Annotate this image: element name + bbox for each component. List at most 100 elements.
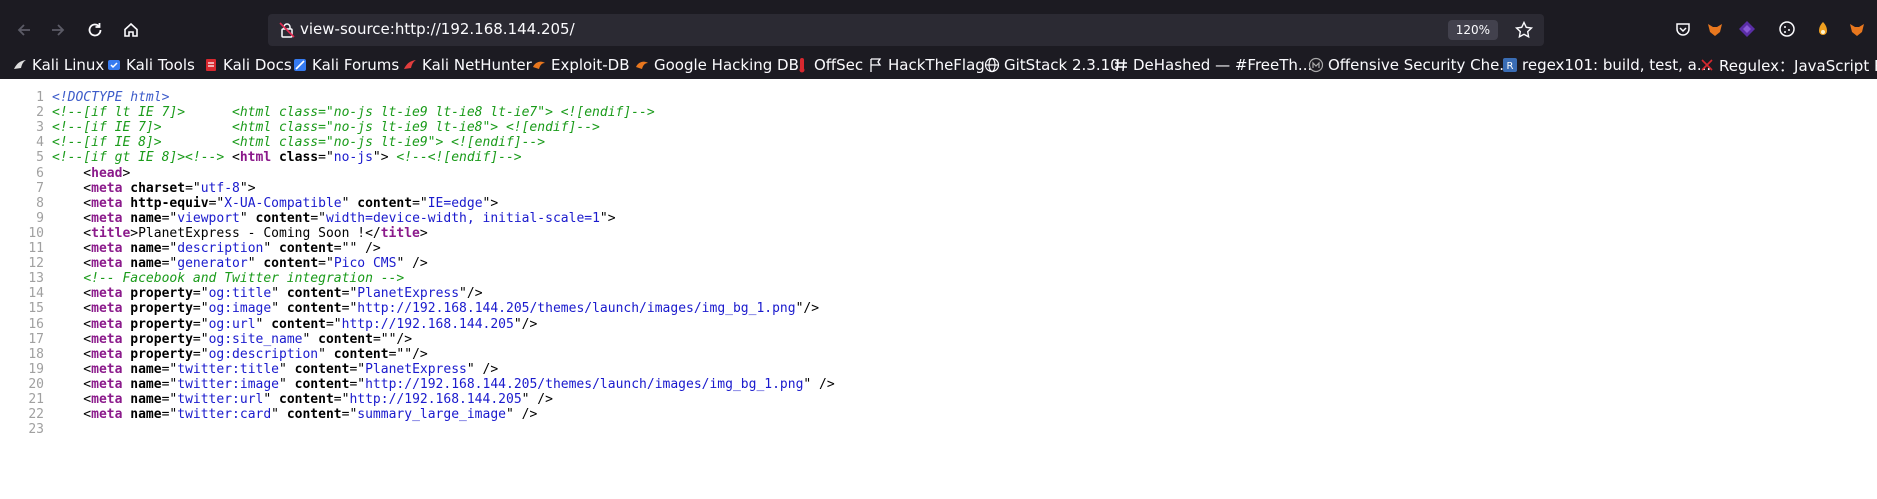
bookmark-hacktheflag[interactable]: HackTheFlag — [868, 51, 985, 79]
source-token: Pico CMS — [333, 256, 397, 272]
url-text[interactable]: view-source:http://192.168.144.205/ — [300, 20, 575, 38]
back-button[interactable] — [10, 16, 38, 44]
source-token: meta — [91, 210, 123, 226]
bookmark-label: HackTheFlag — [888, 56, 985, 74]
source-token: < — [52, 361, 92, 377]
bookmark-google-hacking-db[interactable]: Google Hacking DB — [634, 51, 799, 79]
source-code: <meta charset="utf-8"> — [52, 180, 256, 196]
source-token: ="" /> — [333, 241, 381, 256]
source-token[interactable]: http://192.168.144.205/themes/launch/ima… — [357, 301, 795, 316]
source-token: =" — [161, 361, 178, 377]
source-token: " — [279, 376, 295, 392]
source-token: meta — [91, 256, 123, 272]
source-token: < — [52, 286, 92, 302]
source-token[interactable]: http://192.168.144.205 — [349, 392, 521, 407]
source-token[interactable]: http://192.168.144.205/themes/launch/ima… — [365, 377, 803, 392]
source-token: meta — [91, 286, 123, 302]
cookie-extension-button[interactable] — [1776, 18, 1798, 40]
bookmark-label: GitStack 2.3.10 — [1004, 56, 1120, 74]
source-token: " /> — [803, 376, 835, 392]
foxyproxy-button[interactable] — [1704, 18, 1726, 40]
bookmark-label: Exploit-DB — [551, 56, 630, 74]
source-token: meta — [91, 301, 123, 317]
bookmark-dehashed[interactable]: DeHashed — #FreeTh... — [1113, 51, 1312, 79]
source-token: " — [318, 346, 334, 362]
home-button[interactable] — [117, 16, 145, 44]
source-token: content — [286, 301, 342, 317]
source-token: meta — [91, 361, 123, 377]
bookmark-offensive-security-cheatsheet[interactable]: Offensive Security Che... — [1308, 51, 1514, 79]
bookmark-exploit-db[interactable]: Exploit-DB — [531, 51, 630, 79]
source-token: < — [52, 225, 92, 241]
line-number: 23 — [28, 422, 44, 438]
bookmark-regex101[interactable]: R regex101: build, test, a... — [1502, 51, 1711, 79]
bookmark-kali-forums[interactable]: Kali Forums — [292, 51, 399, 79]
source-token: X-UA-Compatible — [224, 195, 342, 211]
kali-dragon-icon — [14, 60, 26, 69]
bookmark-kali-tools[interactable]: Kali Tools — [106, 51, 195, 79]
source-token: twitter:url — [177, 392, 264, 407]
source-token: PlanetExpress — [357, 286, 460, 302]
source-token — [52, 271, 83, 286]
source-token: =" — [349, 376, 366, 392]
source-token: property — [130, 301, 193, 317]
source-token: IE=edge — [427, 195, 483, 211]
bookmark-label: Kali Tools — [126, 56, 195, 74]
source-token[interactable]: http://192.168.144.205 — [342, 317, 514, 332]
source-code: <meta property="og:site_name" content=""… — [52, 332, 412, 347]
home-icon — [124, 22, 138, 37]
forward-button[interactable] — [44, 16, 72, 44]
bookmark-kali-docs[interactable]: Kali Docs — [203, 51, 292, 79]
url-bar[interactable]: view-source:http://192.168.144.205/ 120% — [268, 14, 1544, 46]
source-token: " — [263, 241, 279, 256]
source-code: <head> — [52, 166, 130, 181]
wappalyzer-button[interactable] — [1736, 18, 1758, 40]
source-token: =" — [161, 241, 178, 256]
zoom-level-badge[interactable]: 120% — [1447, 20, 1498, 40]
source-token: meta — [91, 241, 123, 256]
source-token: =" — [161, 256, 178, 272]
hackbar-button[interactable] — [1812, 18, 1834, 40]
source-token: =" — [192, 301, 209, 317]
cookie-icon — [1779, 21, 1795, 37]
source-token: title — [380, 225, 420, 241]
line-number: 21 — [28, 392, 44, 407]
bookmark-kali-linux[interactable]: Kali Linux — [12, 51, 104, 79]
profile-button[interactable] — [1846, 18, 1868, 40]
source-token: <!--[if IE 8]> <html class="no-js lt-ie9… — [52, 135, 546, 151]
source-token: "> — [239, 180, 256, 196]
bookmark-star-icon[interactable] — [1514, 20, 1534, 40]
source-token: summary_large_image — [357, 407, 506, 423]
source-token: =" — [310, 210, 326, 226]
source-code: <meta name="twitter:image" content="http… — [52, 376, 835, 392]
source-token: content — [286, 407, 342, 423]
bookmark-kali-nethunter[interactable]: Kali NetHunter — [402, 51, 532, 79]
bookmark-offsec[interactable]: OffSec — [794, 51, 863, 79]
source-code: <!-- Facebook and Twitter integration --… — [52, 271, 404, 286]
source-token: < — [52, 316, 92, 332]
source-token: " /> — [396, 256, 428, 272]
line-number: 13 — [28, 271, 44, 287]
source-token: < — [52, 180, 92, 196]
regex101-icon: R — [1503, 58, 1517, 72]
source-token: =" — [192, 286, 209, 302]
bookmark-gitstack[interactable]: GitStack 2.3.10 — [984, 51, 1120, 79]
line-number: 6 — [36, 165, 44, 181]
source-token: =""/> — [372, 331, 413, 347]
reload-button[interactable] — [81, 16, 109, 44]
pocket-button[interactable] — [1672, 18, 1694, 40]
fox-extension-icon — [1708, 24, 1722, 36]
ghdb-icon — [636, 61, 648, 69]
line-number: 7 — [36, 180, 44, 196]
source-token: meta — [91, 316, 123, 332]
source-token: head — [91, 165, 123, 181]
bookmark-label: Offensive Security Che... — [1328, 56, 1514, 74]
exploit-db-icon — [533, 61, 545, 69]
kali-tools-icon — [108, 60, 120, 70]
bookmark-label: Kali Linux — [32, 56, 105, 74]
source-token: =" — [325, 316, 342, 332]
line-number: 14 — [28, 286, 44, 302]
bookmark-regulex[interactable]: Regulex：JavaScript R... — [1699, 51, 1877, 79]
source-code: <meta property="og:title" content="Plane… — [52, 286, 482, 302]
source-token: "> — [482, 195, 499, 211]
